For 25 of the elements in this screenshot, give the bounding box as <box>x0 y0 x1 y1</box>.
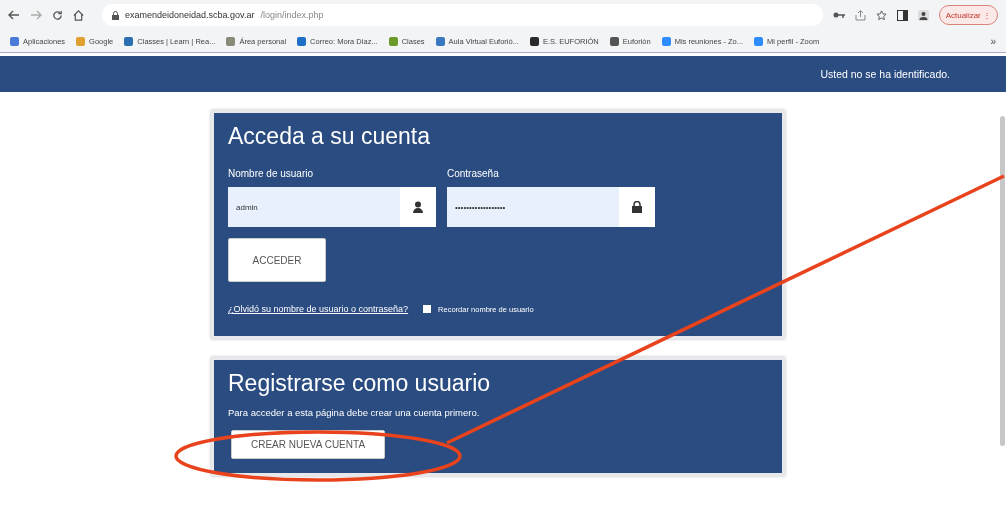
profile-icon[interactable] <box>917 9 929 21</box>
user-icon <box>413 201 423 213</box>
update-button[interactable]: Actualizar ⋮ <box>938 5 998 25</box>
lock-icon <box>632 201 642 213</box>
back-icon[interactable] <box>8 10 20 20</box>
username-field[interactable]: admin <box>228 187 400 227</box>
side-panel-icon[interactable] <box>896 9 908 21</box>
share-icon[interactable] <box>854 9 866 21</box>
signup-text: Para acceder a esta página debe crear una cuenta primero. <box>228 407 481 418</box>
address-bar[interactable]: examendeidoneidad.scba.gov.ar /login/index.php <box>102 4 823 26</box>
card-title: Acceda a su cuenta <box>228 123 432 150</box>
password-field[interactable]: •••••••••••••••••• <box>447 187 619 227</box>
home-icon[interactable] <box>73 9 84 21</box>
forgot-password-link[interactable]: ¿Olvidó su nombre de usuario o contraseña? <box>228 304 409 314</box>
login-button[interactable]: ACCEDER <box>228 238 326 282</box>
card-title: Registrarse como usuario <box>228 370 492 397</box>
field-label: Nombre de usuario <box>228 168 315 179</box>
scrollbar[interactable] <box>1000 116 1005 446</box>
field-label: Contraseña <box>447 168 500 179</box>
login-status: Usted no se ha identificado. <box>820 68 950 80</box>
reload-icon[interactable] <box>52 9 63 21</box>
star-icon[interactable] <box>875 9 887 21</box>
more-bookmarks-button[interactable]: » <box>990 35 996 47</box>
remember-checkbox[interactable] <box>423 305 432 313</box>
key-icon[interactable] <box>832 11 845 19</box>
